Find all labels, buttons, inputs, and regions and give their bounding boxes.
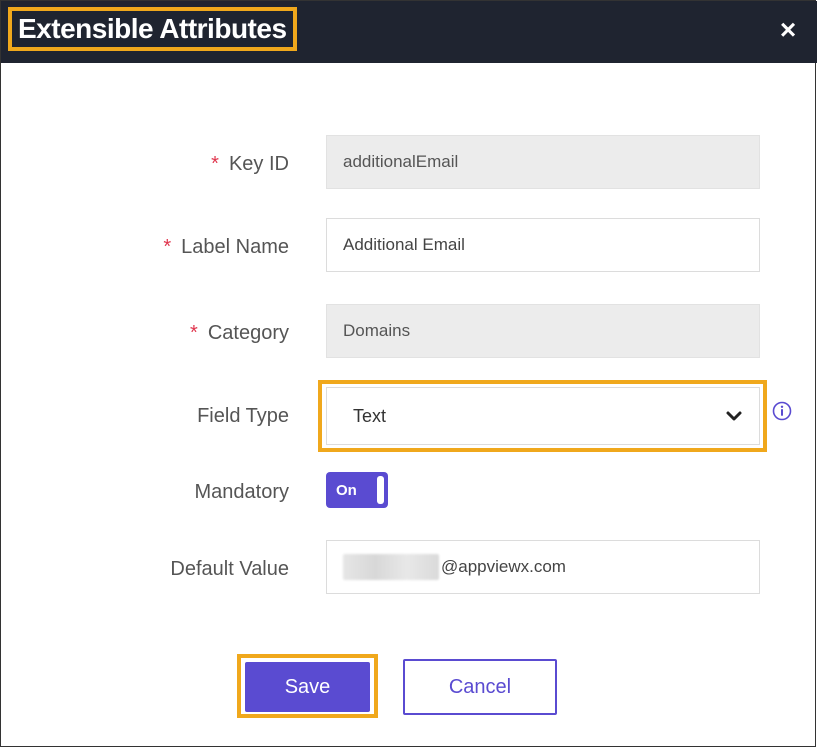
key-id-label-text: Key ID [228, 152, 289, 175]
required-marker: * [190, 321, 198, 344]
mandatory-row: Mandatory On [1, 468, 817, 516]
toggle-state-label: On [336, 481, 357, 499]
default-value-row: Default Value @appviewx.com [1, 540, 817, 598]
toggle-knob [377, 476, 384, 504]
label-name-field[interactable]: Additional Email [326, 218, 760, 272]
chevron-down-icon [726, 411, 742, 421]
label-name-row: * Label Name Additional Email [1, 218, 817, 276]
mandatory-toggle[interactable]: On [326, 472, 388, 508]
cancel-button[interactable]: Cancel [403, 659, 557, 715]
default-value-label: Default Value [170, 557, 289, 580]
field-type-row: Field Type Text [1, 380, 817, 452]
default-value-text: @appviewx.com [441, 557, 566, 576]
key-id-label: * Key ID [211, 135, 289, 193]
mandatory-label: Mandatory [194, 480, 290, 503]
redacted-text [343, 554, 439, 580]
key-id-field: additionalEmail [326, 135, 760, 189]
required-marker: * [211, 152, 219, 175]
info-icon[interactable] [772, 401, 792, 421]
save-button[interactable]: Save [245, 662, 370, 712]
close-icon[interactable]: × [773, 14, 803, 45]
required-marker: * [163, 235, 172, 258]
category-field: Domains [326, 304, 760, 358]
label-name-label-text: Label Name [181, 235, 289, 258]
extensible-attributes-dialog: Extensible Attributes × * Key ID additio… [0, 0, 817, 747]
category-label: * Category [190, 304, 289, 362]
category-row: * Category Domains [1, 304, 817, 362]
title-highlight: Extensible Attributes [8, 7, 297, 51]
field-type-select[interactable]: Text [326, 387, 760, 445]
action-row: Save Cancel [1, 654, 817, 721]
category-label-text: Category [207, 321, 289, 344]
field-type-value: Text [353, 405, 387, 426]
dialog-title: Extensible Attributes [18, 13, 287, 44]
dialog-header: Extensible Attributes × [1, 1, 817, 63]
key-id-row: * Key ID additionalEmail [1, 135, 817, 193]
label-name-label: * Label Name [163, 218, 289, 276]
field-type-label: Field Type [197, 404, 289, 427]
default-value-field[interactable]: @appviewx.com [326, 540, 760, 594]
